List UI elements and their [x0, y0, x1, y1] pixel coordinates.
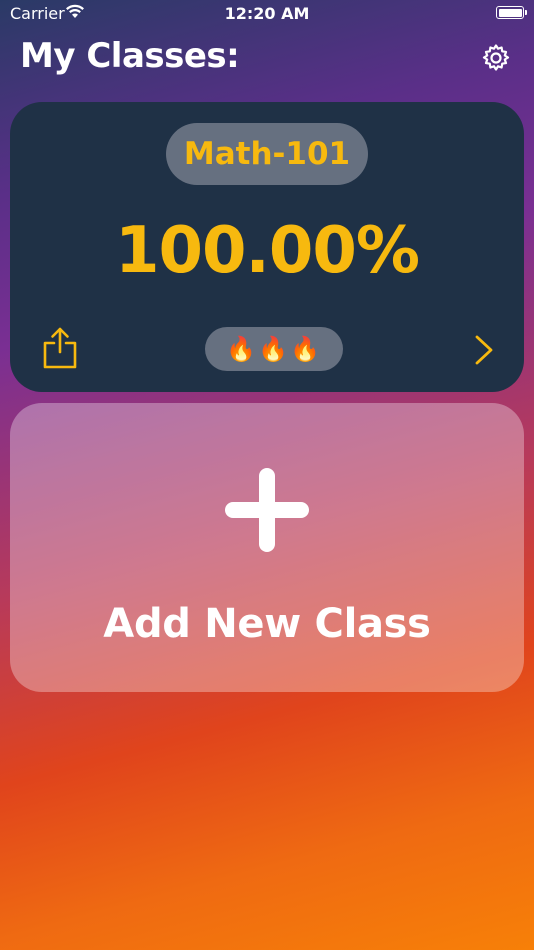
status-time: 12:20 AM [224, 4, 310, 23]
gear-icon[interactable] [480, 42, 512, 74]
status-bar: Carrier 12:20 AM [0, 0, 534, 30]
add-new-class-label: Add New Class [103, 601, 431, 647]
class-grade: 100.00% [114, 214, 420, 288]
class-name-badge: Math-101 [166, 123, 368, 185]
share-icon[interactable] [42, 326, 78, 370]
battery-icon [496, 6, 527, 19]
page-title: My Classes: [20, 36, 240, 76]
add-new-class-button[interactable]: Add New Class [10, 403, 524, 692]
chevron-right-icon[interactable] [474, 334, 494, 366]
class-card[interactable]: Math-101 100.00% 🔥🔥🔥 [10, 102, 524, 392]
plus-icon [225, 468, 309, 552]
streak-badge: 🔥🔥🔥 [205, 327, 343, 371]
